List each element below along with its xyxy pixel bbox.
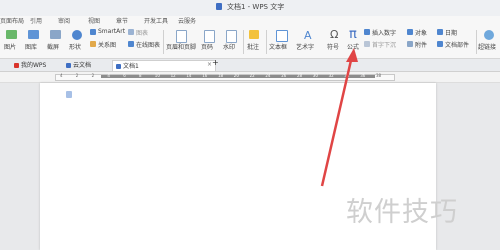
arrow-head: [346, 48, 358, 62]
site-watermark: 软件技巧: [346, 197, 458, 228]
arrow-shaft: [320, 55, 354, 187]
